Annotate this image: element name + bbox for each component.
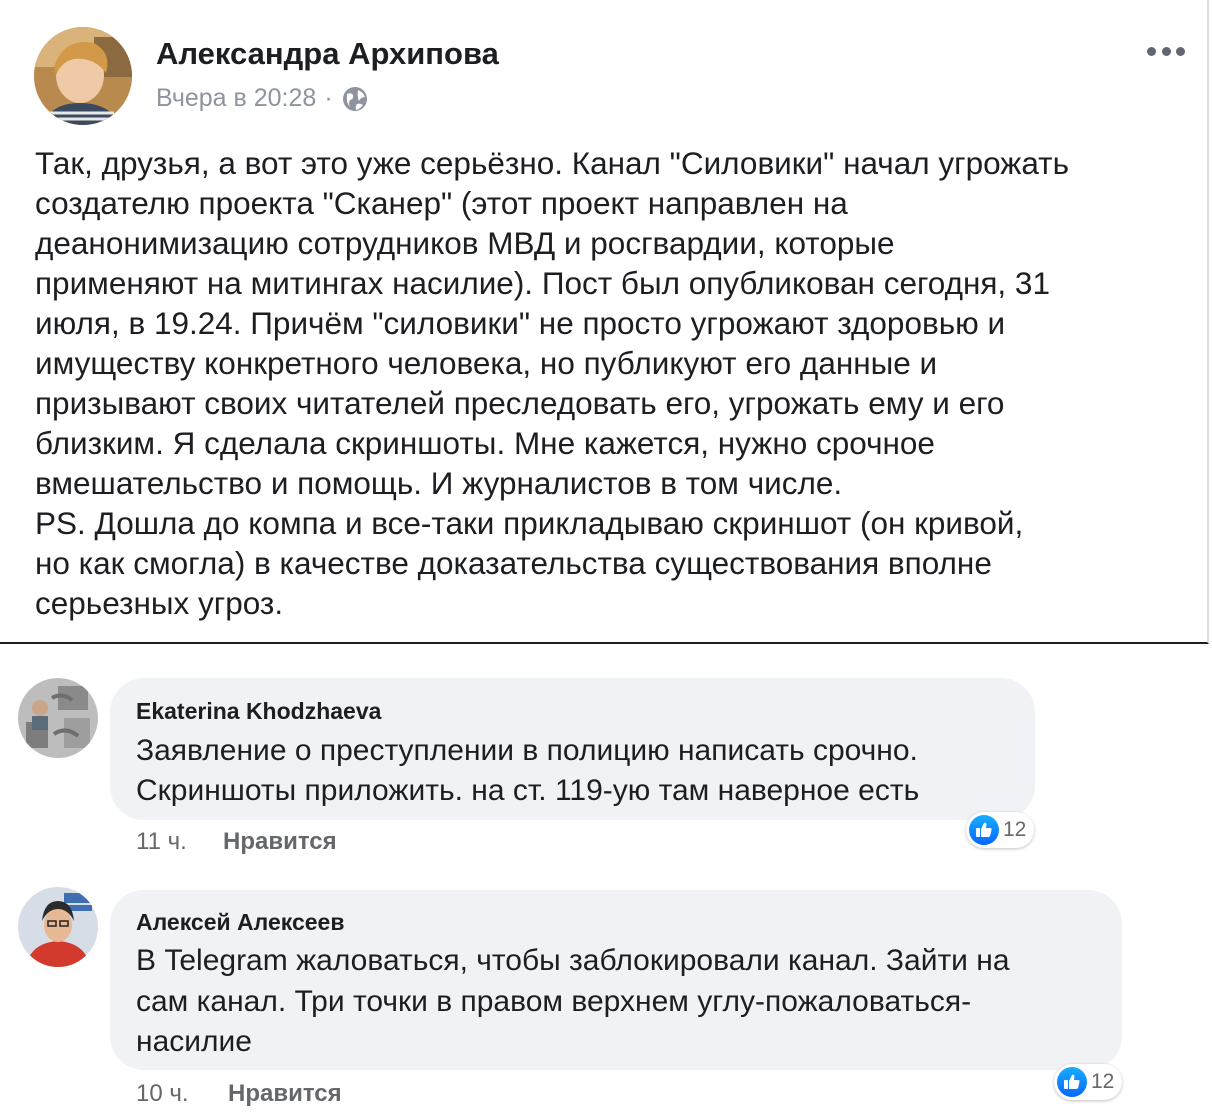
post-line: Так, друзья, а вот это уже серьёзно. Кан…	[35, 145, 1070, 181]
post-card: Александра Архипова Вчера в 20:28 · Так,…	[0, 0, 1209, 644]
post-meta: Вчера в 20:28 ·	[156, 84, 369, 113]
post-line: серьезных угроз.	[35, 585, 284, 621]
more-options-icon[interactable]	[1147, 44, 1185, 58]
post-timestamp[interactable]: Вчера в 20:28	[156, 84, 316, 113]
like-button[interactable]: Нравится	[223, 828, 337, 856]
commenter-avatar[interactable]	[18, 678, 98, 758]
comment-time[interactable]: 10 ч.	[136, 1080, 189, 1108]
comment-bubble: Алексей Алексеев В Telegram жаловаться, …	[110, 890, 1122, 1070]
thumbs-up-icon	[969, 815, 999, 845]
comment-line: сам канал. Три точки в правом верхнем уг…	[136, 985, 972, 1018]
commenter-name[interactable]: Ekaterina Khodzhaeva	[136, 698, 381, 725]
meta-separator: ·	[324, 84, 333, 112]
like-button[interactable]: Нравится	[228, 1080, 342, 1108]
post-line: вмешательство и помощь. И журналистов в …	[35, 465, 843, 501]
post-line: PS. Дошла до компа и все-таки прикладыва…	[35, 505, 1024, 541]
post-line: создателю проекта "Сканер" (этот проект …	[35, 185, 848, 221]
thumbs-up-icon	[1057, 1067, 1087, 1097]
comment-line: Скриншоты приложить. на ст. 119-ую там н…	[136, 774, 920, 807]
author-name[interactable]: Александра Архипова	[156, 36, 499, 72]
comment-line: насилие	[136, 1025, 252, 1058]
avatar-photo	[34, 27, 132, 125]
commenter-name[interactable]: Алексей Алексеев	[136, 909, 344, 936]
post-line: имуществу конкретного человека, но публи…	[35, 345, 938, 381]
post-line: близким. Я сделала скриншоты. Мне кажетс…	[35, 425, 935, 461]
comment-time[interactable]: 11 ч.	[136, 828, 187, 856]
avatar-photo	[18, 678, 98, 758]
comment-line: В Telegram жаловаться, чтобы заблокирова…	[136, 944, 1010, 977]
comment-bubble: Ekaterina Khodzhaeva Заявление о преступ…	[110, 678, 1035, 820]
author-avatar[interactable]	[34, 27, 132, 125]
post-line: призывают своих читателей преследовать е…	[35, 385, 1005, 421]
post-line: июля, в 19.24. Причём "силовики" не прос…	[35, 305, 1006, 341]
reaction-count: 12	[1003, 818, 1027, 841]
post-body: Так, друзья, а вот это уже серьёзно. Кан…	[35, 143, 1185, 623]
post-line: но как смогла) в качестве доказательства…	[35, 545, 992, 581]
post-line: деанонимизацию сотрудников МВД и росгвар…	[35, 225, 895, 261]
reaction-summary[interactable]: 12	[1054, 1064, 1123, 1100]
commenter-avatar[interactable]	[18, 887, 98, 967]
reaction-summary[interactable]: 12	[966, 812, 1035, 848]
avatar-photo	[18, 887, 98, 967]
post-line: применяют на митингах насилие). Пост был…	[35, 265, 1050, 301]
reaction-count: 12	[1091, 1070, 1115, 1093]
globe-icon[interactable]	[341, 85, 369, 113]
comment-line: Заявление о преступлении в полицию напис…	[136, 734, 918, 767]
